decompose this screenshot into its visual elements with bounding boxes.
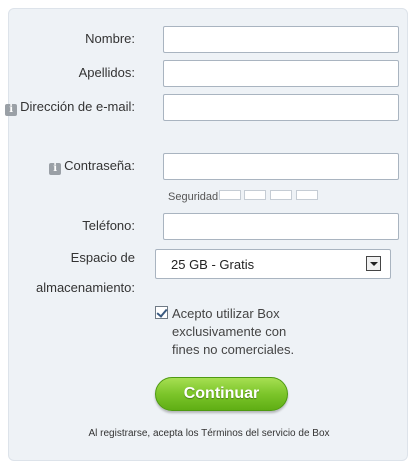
email-label: i Dirección de e-mail: — [0, 92, 135, 122]
storage-selected-value: 25 GB - Gratis — [171, 257, 255, 272]
password-label-text: Contraseña: — [64, 158, 135, 173]
last-name-input[interactable] — [163, 60, 399, 87]
terms-footer: Al registrarse, acepta los Términos del … — [88, 428, 330, 439]
terms-checkbox[interactable] — [155, 306, 168, 319]
password-label: i Contraseña: — [49, 156, 135, 176]
security-meter-segment — [270, 190, 292, 200]
security-meter-segment — [219, 190, 241, 200]
continue-button[interactable]: Continuar — [155, 377, 288, 411]
email-label-text: Dirección de e-mail: — [20, 99, 135, 114]
last-name-label: Apellidos: — [78, 65, 135, 80]
first-name-input[interactable] — [163, 26, 399, 53]
info-icon[interactable]: i — [49, 163, 62, 175]
storage-select[interactable]: 25 GB - Gratis — [155, 249, 391, 279]
phone-label: Teléfono: — [82, 218, 135, 233]
info-icon[interactable]: i — [5, 104, 18, 116]
chevron-down-icon[interactable] — [366, 256, 381, 271]
terms-checkbox-label: Acepto utilizar Box exclusivamente con f… — [172, 306, 295, 357]
signup-form: Nombre: Apellidos: i Dirección de e-mail:… — [5, 8, 408, 461]
security-label: Seguridad — [168, 191, 219, 203]
password-input[interactable] — [163, 153, 399, 180]
first-name-label: Nombre: — [85, 31, 135, 46]
email-input[interactable] — [163, 94, 399, 121]
security-meter-segment — [244, 190, 266, 200]
storage-label: Espacio de almacenamiento: — [36, 250, 135, 295]
phone-input[interactable] — [163, 213, 399, 240]
security-meter-segment — [296, 190, 318, 200]
